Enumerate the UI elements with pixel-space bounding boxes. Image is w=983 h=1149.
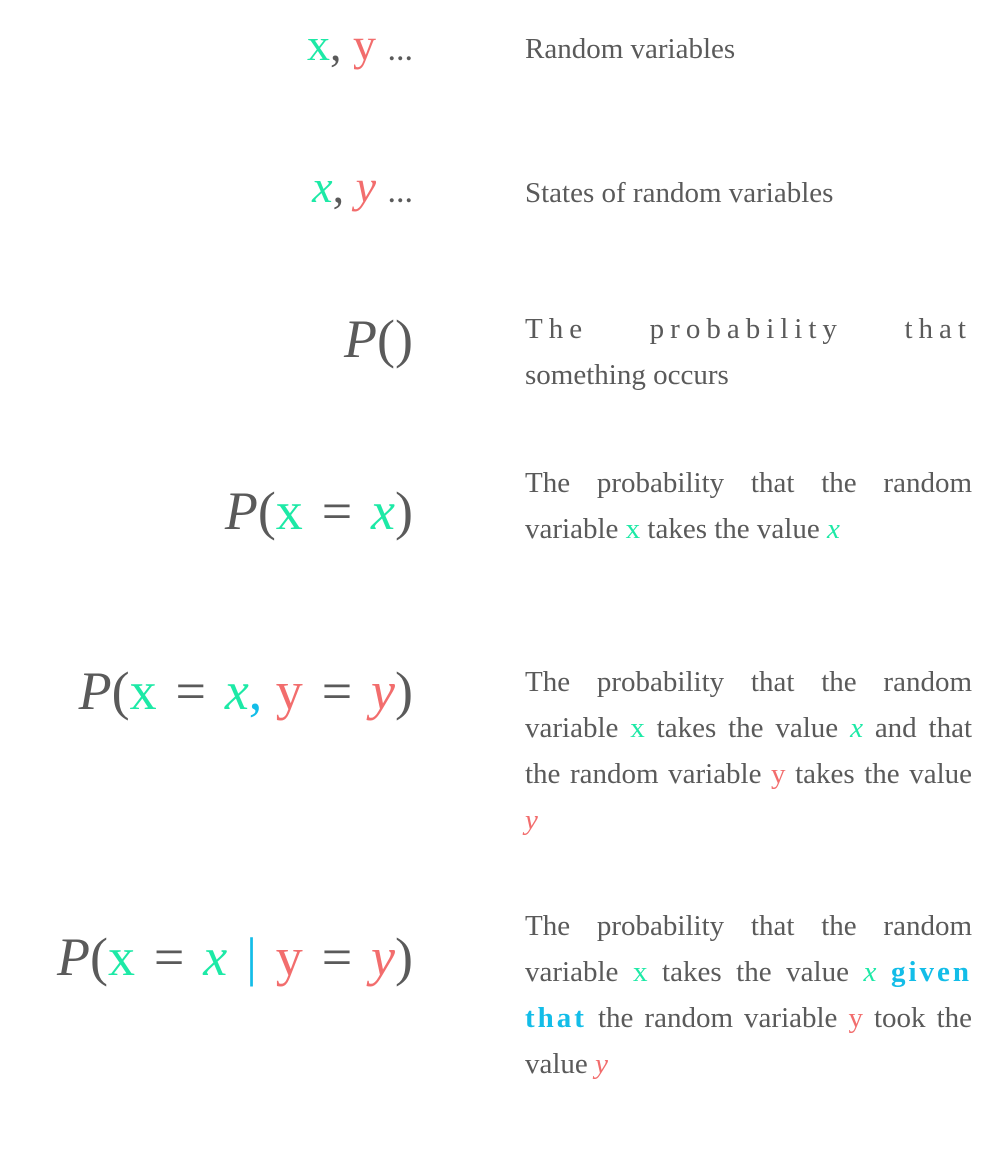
text: takes the value <box>647 513 820 545</box>
symbol-conditional: P(x = x | y = y) <box>57 926 413 988</box>
text: takes the value <box>662 956 849 988</box>
state-x: x <box>371 481 396 541</box>
rv-x: x <box>632 956 648 988</box>
close-paren: ) <box>395 661 413 721</box>
symbol-joint: P(x = x, y = y) <box>79 660 413 722</box>
comma: , <box>330 19 342 70</box>
close-paren: ) <box>395 927 413 987</box>
equals: = <box>321 927 353 987</box>
p-symbol: P <box>57 927 90 987</box>
state-y: y <box>371 927 396 987</box>
close-paren: ) <box>395 481 413 541</box>
p-symbol: P <box>78 661 112 721</box>
text: takes the value <box>656 712 839 744</box>
open-paren: ( <box>90 927 108 987</box>
p-symbol: P <box>344 309 378 369</box>
rv-y: y <box>848 1002 863 1034</box>
comma: , <box>332 161 345 212</box>
desc-random-variables: Random variables <box>525 33 736 65</box>
rv-x: x <box>630 712 645 744</box>
p-symbol: P <box>224 481 258 541</box>
rv-x: x <box>275 481 303 541</box>
given-bar: | <box>246 927 257 987</box>
equals: = <box>321 661 353 721</box>
rv-x: x <box>625 513 641 545</box>
state-y: y <box>595 1048 608 1080</box>
state-x: x <box>826 513 840 545</box>
state-x: x <box>863 956 877 988</box>
state-y: y <box>525 804 538 836</box>
ellipsis: ... <box>387 31 414 68</box>
symbol-probability: P() <box>344 308 413 370</box>
state-y: y <box>371 661 396 721</box>
symbol-p-x: P(x = x) <box>225 480 413 542</box>
text: the random variable <box>597 1002 838 1034</box>
comma-connector: , <box>248 661 263 721</box>
open-paren: ( <box>111 661 130 721</box>
close-paren: ) <box>395 309 413 369</box>
open-paren: ( <box>257 481 276 541</box>
state-y: y <box>355 161 376 212</box>
equals: = <box>321 481 353 541</box>
state-x: x <box>224 661 249 721</box>
rv-x: x <box>107 927 135 987</box>
desc-p-x: The probability that the random variable… <box>525 460 972 552</box>
symbol-random-variables: x, y ... <box>307 18 413 71</box>
desc-line1: The probability that <box>525 313 972 345</box>
desc-states: States of random variables <box>525 177 834 209</box>
open-paren: ( <box>377 309 396 369</box>
rv-x: x <box>129 661 157 721</box>
desc-conditional: The probability that the random variable… <box>525 903 972 1087</box>
ellipsis: ... <box>387 173 414 210</box>
equals: = <box>175 661 206 721</box>
rv-y: y <box>353 19 376 70</box>
text: takes the value <box>795 758 972 790</box>
rv-y: y <box>275 661 303 721</box>
rv-y: y <box>275 927 303 987</box>
equals: = <box>153 927 185 987</box>
rv-y: y <box>771 758 786 790</box>
desc-probability: The probability that something occurs <box>525 306 972 398</box>
desc-joint: The probability that the random variable… <box>525 659 972 843</box>
state-x: x <box>312 161 333 212</box>
desc-line2: something occurs <box>525 359 729 391</box>
rv-x: x <box>307 19 330 70</box>
symbol-states: x, y ... <box>312 160 413 213</box>
state-x: x <box>203 927 228 987</box>
state-x: x <box>850 712 863 744</box>
